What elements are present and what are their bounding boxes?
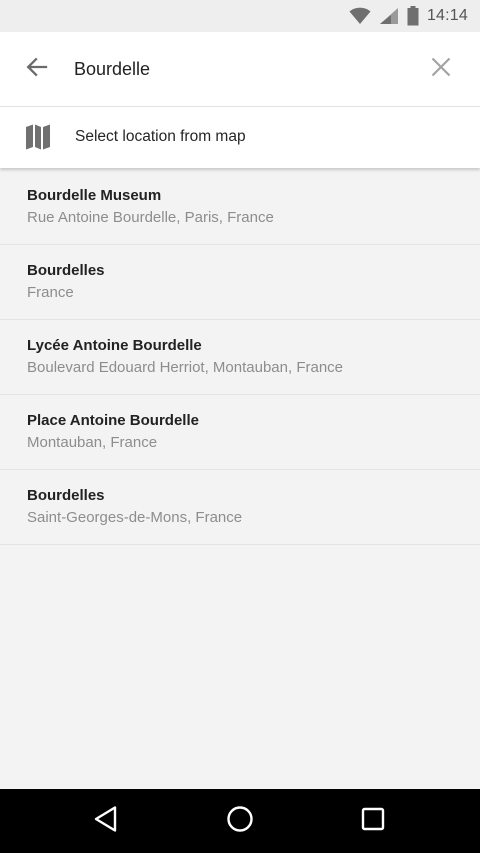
list-item[interactable]: Lycée Antoine Bourdelle Boulevard Edouar… bbox=[0, 320, 480, 395]
result-title: Place Antoine Bourdelle bbox=[27, 412, 199, 429]
list-item[interactable]: Bourdelles Saint-Georges-de-Mons, France bbox=[0, 470, 480, 545]
list-item[interactable]: Bourdelles France bbox=[0, 245, 480, 320]
nav-recents-icon bbox=[360, 806, 386, 837]
result-title: Bourdelle Museum bbox=[27, 187, 162, 204]
results-list: Bourdelle Museum Rue Antoine Bourdelle, … bbox=[0, 170, 480, 545]
cell-signal-icon bbox=[379, 7, 399, 25]
close-icon bbox=[431, 57, 451, 82]
screen: 14:14 Select l bbox=[0, 0, 480, 853]
clear-button[interactable] bbox=[418, 46, 464, 92]
status-bar: 14:14 bbox=[0, 0, 480, 32]
nav-back-button[interactable] bbox=[86, 801, 126, 841]
list-item[interactable]: Place Antoine Bourdelle Montauban, Franc… bbox=[0, 395, 480, 470]
select-from-map-option[interactable]: Select location from map bbox=[0, 107, 480, 168]
result-title: Lycée Antoine Bourdelle bbox=[27, 337, 202, 354]
result-subtitle: Montauban, France bbox=[27, 434, 158, 451]
map-icon bbox=[25, 124, 51, 155]
battery-icon bbox=[407, 6, 419, 26]
result-title: Bourdelles bbox=[27, 487, 105, 504]
arrow-left-icon bbox=[25, 55, 49, 84]
wifi-icon bbox=[349, 7, 371, 25]
list-item[interactable]: Bourdelle Museum Rue Antoine Bourdelle, … bbox=[0, 170, 480, 245]
nav-back-icon bbox=[93, 805, 119, 838]
result-subtitle: Saint-Georges-de-Mons, France bbox=[27, 509, 243, 526]
navigation-bar bbox=[0, 789, 480, 853]
select-from-map-label: Select location from map bbox=[75, 128, 246, 145]
result-title: Bourdelles bbox=[27, 262, 105, 279]
result-subtitle: France bbox=[27, 284, 74, 301]
result-subtitle: Boulevard Edouard Herriot, Montauban, Fr… bbox=[27, 359, 344, 376]
nav-home-icon bbox=[226, 805, 254, 838]
nav-recents-button[interactable] bbox=[353, 801, 393, 841]
status-time: 14:14 bbox=[426, 7, 468, 24]
nav-home-button[interactable] bbox=[220, 801, 260, 841]
result-subtitle: Rue Antoine Bourdelle, Paris, France bbox=[27, 209, 274, 226]
search-input[interactable] bbox=[74, 54, 404, 84]
back-button[interactable] bbox=[14, 46, 60, 92]
search-bar bbox=[0, 32, 480, 107]
